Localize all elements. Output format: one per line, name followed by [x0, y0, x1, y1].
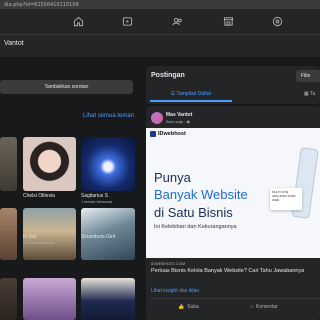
comment-button[interactable]: ○ Komentar — [250, 304, 278, 310]
link-headline[interactable]: Perluas Bisnis Kelola Banyak Website? Ca… — [151, 268, 319, 274]
logo-icon — [150, 131, 156, 137]
divider — [150, 298, 320, 299]
friend-photo[interactable] — [23, 278, 76, 320]
filter-label: Filte — [301, 73, 311, 79]
friend-mutual: 1 teman bersama — [81, 199, 113, 204]
posts-title: Postingan — [151, 72, 185, 79]
home-icon[interactable] — [72, 15, 84, 27]
brand-logo: IDwebhost — [150, 131, 186, 137]
brand-name: IDwebhost — [158, 131, 186, 137]
friend-photo[interactable] — [23, 137, 76, 191]
friend-photo[interactable] — [0, 137, 17, 191]
globe-icon: ◉ — [186, 119, 190, 124]
like-label: Suka — [187, 304, 199, 310]
comment-icon: ○ — [250, 304, 254, 310]
post-time-text: Baru saja — [166, 119, 183, 124]
add-highlight-button[interactable]: Tambahkan sorotan — [0, 80, 133, 94]
like-icon: 👍 — [178, 304, 185, 310]
top-navigation — [0, 9, 320, 35]
url-bar[interactable]: dia.php?id=61556410115109 — [0, 0, 320, 9]
insights-link[interactable]: Lihat insight dan iklan — [151, 288, 199, 294]
friend-mutual: 2 teman bersama — [23, 240, 55, 245]
profile-name[interactable]: Vantot — [4, 40, 24, 47]
tab-grid-label: Ta — [310, 91, 316, 97]
like-button[interactable]: 👍 Suka — [178, 304, 199, 310]
ad-image[interactable]: IDwebhost MULTI SITE ARCHITECTURE WEB Pu… — [146, 128, 320, 258]
post-author[interactable]: Mas Vantot — [166, 112, 192, 118]
gaming-icon[interactable] — [271, 15, 283, 27]
ad-subtitle: Ini Kelebihan dan Kekurangannya — [154, 224, 237, 230]
tab-grid-view[interactable]: ▦ Ta — [304, 88, 315, 100]
video-icon[interactable] — [121, 15, 133, 27]
ad-card-graphic: MULTI SITE ARCHITECTURE WEB — [270, 188, 302, 210]
ad-card-text: MULTI SITE ARCHITECTURE WEB — [272, 190, 296, 202]
tab-list-label: Tampilan Daftar — [176, 91, 212, 97]
ad-headline-1: Punya — [154, 170, 191, 185]
friend-photo[interactable] — [81, 137, 135, 191]
friend-photo[interactable] — [0, 278, 17, 320]
link-domain: IDWEBHOST.COM — [151, 261, 186, 266]
tab-list-view[interactable]: ☰ Tampilan Daftar — [150, 88, 232, 102]
post-time: Baru saja · ◉ — [166, 119, 190, 124]
ad-headline-2: Banyak Website — [154, 187, 248, 202]
ad-headline-3: di Satu Bisnis — [154, 205, 233, 220]
see-all-friends-link[interactable]: Lihat semua teman — [83, 113, 134, 119]
friend-photo[interactable] — [81, 278, 135, 320]
filter-button[interactable]: Filte — [296, 70, 320, 82]
avatar[interactable] — [151, 112, 163, 124]
friend-name[interactable]: Chelsi Olitevia — [23, 193, 55, 199]
comment-label: Komentar — [256, 304, 278, 310]
profile-header: Vantot — [0, 35, 320, 57]
marketplace-icon[interactable] — [222, 15, 234, 27]
friend-name[interactable]: Sinambela Gint — [81, 234, 115, 240]
friend-photo[interactable] — [0, 208, 17, 260]
people-icon[interactable] — [171, 15, 183, 27]
